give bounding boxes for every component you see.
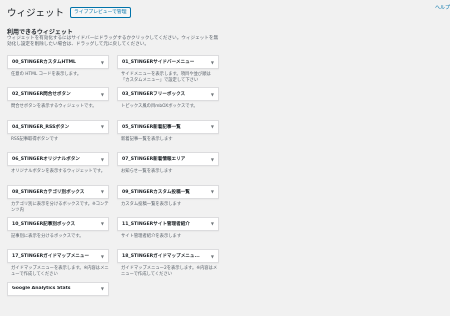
widget-description: カテゴリ別に表示を分けるボックスです。※コンテンツ内 — [11, 201, 109, 213]
dropdown-arrow-icon[interactable]: ▼ — [101, 189, 104, 194]
widget-name: 10_STINGER記事別ボックス — [12, 221, 76, 227]
widget-title-bar[interactable]: 10_STINGER記事別ボックス ▼ — [7, 216, 109, 231]
widget-title-bar[interactable]: 07_STINGER新着情報エリア ▼ — [117, 152, 219, 167]
widget-name: 11_STINGERサイト管理者紹介 — [122, 221, 190, 227]
widget-name: 09_STINGERカスタム投稿一覧 — [122, 189, 190, 195]
widget-name: 02_STINGER問合せボタン — [12, 92, 71, 98]
widget-grid: 00_STINGERカスタムHTML ▼ 任意の HTML コードを表示します。… — [7, 55, 219, 314]
widget-title-bar[interactable]: 08_STINGERカテゴリ別ボックス ▼ — [7, 184, 109, 199]
widget-name: 05_STINGER新着記事一覧 — [122, 124, 181, 130]
widget-description: ガイドマップメニュー2を表示します。※内容はメニューで作成してください — [121, 266, 218, 278]
widget-item[interactable]: 10_STINGER記事別ボックス ▼ 記事別に表示を分けるボックスです。 — [7, 216, 109, 249]
dropdown-arrow-icon[interactable]: ▼ — [211, 254, 214, 259]
widget-item[interactable]: 09_STINGERカスタム投稿一覧 ▼ カスタム投稿一覧を表示します — [117, 184, 219, 217]
widget-title-bar[interactable]: 04_STINGER_RSSボタン ▼ — [7, 119, 109, 134]
widget-item[interactable]: 18_STINGERガイドマップメニュ... ▼ ガイドマップメニュー2を表示し… — [117, 249, 219, 281]
dropdown-arrow-icon[interactable]: ▼ — [211, 157, 214, 162]
page-title: ウィジェット — [7, 8, 65, 19]
widget-item[interactable]: 03_STINGERフリーボックス ▼ トピックス風の目mbOXボックスです。 — [117, 87, 219, 119]
widget-item[interactable]: 02_STINGER問合せボタン ▼ 問合せボタンを表示するウィジェットです。 — [7, 87, 109, 119]
widget-description: 記事別に表示を分けるボックスです。 — [11, 233, 84, 239]
widget-title-bar[interactable]: 03_STINGERフリーボックス ▼ — [117, 87, 219, 102]
page-header: ウィジェット ライブプレビューで管理 — [7, 5, 131, 19]
widget-item[interactable]: Google Analytics Stats ▼ — [7, 281, 109, 314]
widget-name: 07_STINGER新着情報エリア — [122, 157, 186, 163]
widget-title-bar[interactable]: 18_STINGERガイドマップメニュ... ▼ — [117, 249, 219, 264]
widget-item[interactable]: 01_STINGERサイドバーメニュー ▼ サイドメニューを表示します。項目や並… — [117, 55, 219, 87]
widget-title-bar[interactable]: 09_STINGERカスタム投稿一覧 ▼ — [117, 184, 219, 199]
widget-description: サイト管理者紹介を表示します — [121, 233, 182, 239]
help-tab-link[interactable]: ヘルプ — [435, 4, 450, 11]
available-widgets-description: ウィジェットを有効化するにはサイドバーにドラッグするかクリックしてください。ウィ… — [7, 36, 219, 48]
widget-item[interactable]: 06_STINGERオリジナルボタン ▼ オリジナルボタンを表示するウィジェット… — [7, 152, 109, 184]
widget-name: Google Analytics Stats — [12, 286, 71, 292]
widget-title-bar[interactable]: Google Analytics Stats ▼ — [7, 281, 109, 296]
widget-description: お知らせ一覧を表示します — [121, 169, 173, 175]
widget-description: RSS記事取得ボタンです — [11, 136, 59, 142]
dropdown-arrow-icon[interactable]: ▼ — [101, 221, 104, 226]
dropdown-arrow-icon[interactable]: ▼ — [211, 221, 214, 226]
widget-description: サイドメニューを表示します。項目や並び順は「カスタムメニュー」で設定して下さい — [121, 72, 211, 83]
widget-item[interactable]: 17_STINGERガイドマップメニュー ▼ ガイドマップメニューを表示します。… — [7, 249, 109, 281]
widget-item[interactable]: 11_STINGERサイト管理者紹介 ▼ サイト管理者紹介を表示します — [117, 216, 219, 249]
dropdown-arrow-icon[interactable]: ▼ — [101, 92, 104, 97]
dropdown-arrow-icon[interactable]: ▼ — [211, 60, 214, 65]
widget-title-bar[interactable]: 00_STINGERカスタムHTML ▼ — [7, 55, 109, 69]
widget-item[interactable]: 05_STINGER新着記事一覧 ▼ 新着記事一覧を表示します — [117, 119, 219, 152]
widget-name: 08_STINGERカテゴリ別ボックス — [12, 189, 85, 195]
widget-name: 04_STINGER_RSSボタン — [12, 124, 70, 130]
widget-name: 17_STINGERガイドマップメニュー — [12, 254, 90, 260]
widget-item[interactable]: 07_STINGER新着情報エリア ▼ お知らせ一覧を表示します — [117, 152, 219, 184]
dropdown-arrow-icon[interactable]: ▼ — [101, 60, 104, 65]
widget-title-bar[interactable]: 06_STINGERオリジナルボタン ▼ — [7, 152, 109, 167]
widget-item[interactable]: 04_STINGER_RSSボタン ▼ RSS記事取得ボタンです — [7, 119, 109, 152]
widget-description: オリジナルボタンを表示するウィジェットです。 — [11, 169, 106, 175]
dropdown-arrow-icon[interactable]: ▼ — [211, 92, 214, 97]
widget-name: 03_STINGERフリーボックス — [122, 92, 186, 98]
widget-description: カスタム投稿一覧を表示します — [121, 201, 182, 207]
available-widgets-title: 利用できるウィジェット — [7, 29, 73, 36]
widget-item[interactable]: 00_STINGERカスタムHTML ▼ 任意の HTML コードを表示します。 — [7, 55, 109, 87]
widget-description: 任意の HTML コードを表示します。 — [11, 72, 82, 77]
widget-description: トピックス風の目mbOXボックスです。 — [121, 104, 198, 110]
widget-name: 18_STINGERガイドマップメニュ... — [122, 254, 200, 260]
widget-item[interactable]: 08_STINGERカテゴリ別ボックス ▼ カテゴリ別に表示を分けるボックスです… — [7, 184, 109, 217]
manage-live-preview-button[interactable]: ライブプレビューで管理 — [70, 6, 131, 18]
widget-description: ガイドマップメニューを表示します。※内容はメニューで作成してください — [11, 266, 109, 278]
dropdown-arrow-icon[interactable]: ▼ — [211, 124, 214, 129]
widget-description: 問合せボタンを表示するウィジェットです。 — [11, 104, 97, 110]
dropdown-arrow-icon[interactable]: ▼ — [101, 254, 104, 259]
dropdown-arrow-icon[interactable]: ▼ — [101, 124, 104, 129]
widget-name: 01_STINGERサイドバーメニュー — [122, 60, 195, 65]
widget-title-bar[interactable]: 11_STINGERサイト管理者紹介 ▼ — [117, 216, 219, 231]
dropdown-arrow-icon[interactable]: ▼ — [211, 189, 214, 194]
widget-description: 新着記事一覧を表示します — [121, 136, 173, 142]
widget-title-bar[interactable]: 05_STINGER新着記事一覧 ▼ — [117, 119, 219, 134]
widget-title-bar[interactable]: 02_STINGER問合せボタン ▼ — [7, 87, 109, 102]
dropdown-arrow-icon[interactable]: ▼ — [101, 157, 104, 162]
widget-title-bar[interactable]: 01_STINGERサイドバーメニュー ▼ — [117, 55, 219, 69]
dropdown-arrow-icon[interactable]: ▼ — [101, 286, 104, 291]
widget-name: 00_STINGERカスタムHTML — [12, 60, 76, 65]
widget-title-bar[interactable]: 17_STINGERガイドマップメニュー ▼ — [7, 249, 109, 264]
widget-name: 06_STINGERオリジナルボタン — [12, 157, 80, 163]
